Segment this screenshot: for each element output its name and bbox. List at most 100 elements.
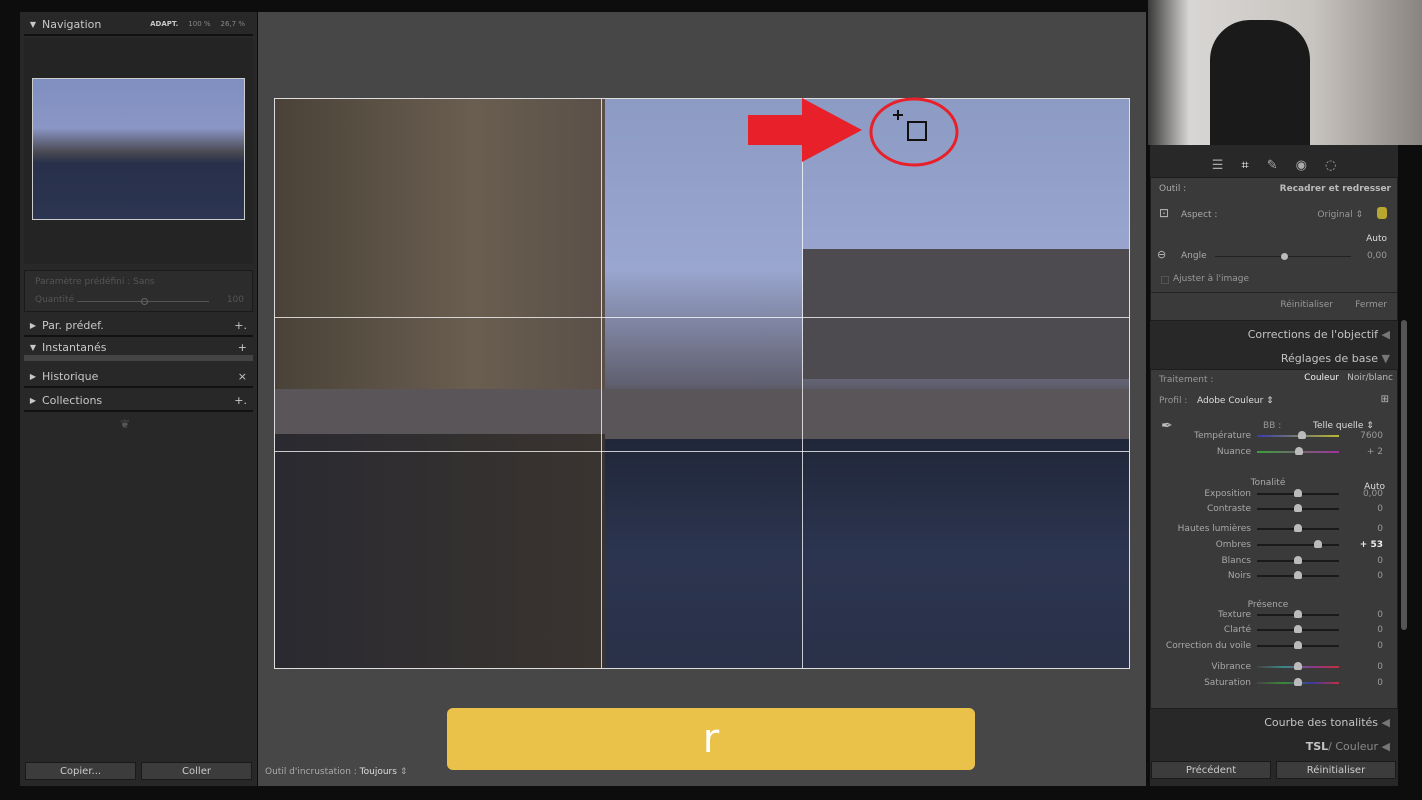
zoom-100[interactable]: 100 %	[188, 20, 210, 28]
panel-collections[interactable]: ▶ Collections +.	[24, 390, 253, 412]
slider-label: Blancs	[1221, 556, 1251, 566]
slider-value: 0	[1377, 556, 1383, 566]
slider-track[interactable]	[1257, 524, 1339, 532]
copy-button[interactable]: Copier...	[25, 762, 136, 780]
panel-history[interactable]: ▶ Historique ×	[24, 366, 253, 388]
panel-hsl[interactable]: TSL / Couleur ◀	[1150, 735, 1398, 757]
panel-presets[interactable]: ▶ Par. prédef. +.	[24, 315, 253, 337]
crop-cursor-icon	[893, 110, 927, 141]
fit-checkbox[interactable]	[1161, 276, 1169, 284]
slider-track[interactable]	[1257, 540, 1339, 548]
slider-label: Nuance	[1216, 447, 1251, 457]
slider-value: 0	[1377, 504, 1383, 514]
slider-label: Température	[1193, 431, 1251, 441]
panel-basic[interactable]: Réglages de base ▼	[1150, 347, 1398, 369]
panel-lens-corrections[interactable]: Corrections de l'objectif ◀	[1150, 323, 1398, 345]
slider-knob[interactable]	[1294, 504, 1302, 512]
slider-track[interactable]	[1257, 662, 1339, 670]
straighten-icon[interactable]: ⊖	[1157, 248, 1166, 261]
slider-row: Noirs 0	[1151, 569, 1397, 583]
slider-value: 0,00	[1362, 489, 1383, 499]
treatment-bw[interactable]: Noir/blanc	[1347, 373, 1393, 383]
grid-line	[601, 99, 602, 668]
slider-label: Vibrance	[1211, 662, 1251, 672]
add-snapshot-icon[interactable]: +	[238, 341, 247, 354]
slider-knob[interactable]	[1294, 641, 1302, 649]
slider-label: Exposition	[1204, 489, 1251, 499]
add-collection-icon[interactable]: +.	[234, 394, 247, 407]
slider-value: 0	[1377, 641, 1383, 651]
slider-label: Contraste	[1207, 504, 1251, 514]
right-scrollbar[interactable]	[1401, 320, 1407, 630]
clear-history-icon[interactable]: ×	[238, 370, 247, 383]
slider-value: + 53	[1359, 540, 1383, 550]
panel-tone-curve[interactable]: Courbe des tonalités ◀	[1150, 711, 1398, 733]
slider-row: Blancs 0	[1151, 554, 1397, 568]
slider-track[interactable]	[1257, 556, 1339, 564]
left-panel: ▼ Navigation ADAPT. 100 % 26,7 % Paramèt…	[20, 12, 257, 786]
slider-value: + 2	[1366, 447, 1383, 457]
heal-icon[interactable]: ✎	[1267, 158, 1278, 173]
slider-knob[interactable]	[1294, 447, 1303, 455]
slider-row: Hautes lumières 0	[1151, 522, 1397, 536]
panel-snapshots[interactable]: ▼ Instantanés +	[24, 339, 253, 361]
slider-track[interactable]	[1257, 610, 1339, 618]
aspect-select[interactable]: Original ⇕	[1317, 210, 1363, 220]
slider-value: 0	[1377, 678, 1383, 688]
slider-knob[interactable]	[1294, 489, 1302, 497]
slider-knob[interactable]	[1294, 524, 1302, 532]
crop-photo[interactable]	[274, 98, 1130, 669]
overlay-tool[interactable]: Outil d'incrustation : Toujours ⇕	[265, 767, 407, 777]
basic-panel: Traitement : Couleur Noir/blanc Profil :…	[1150, 369, 1398, 709]
slider-knob[interactable]	[1294, 610, 1302, 618]
crop-aspect-icon[interactable]: ⊡	[1159, 206, 1169, 220]
slider-knob[interactable]	[1298, 431, 1307, 439]
webcam-overlay	[1148, 0, 1422, 145]
crop-tool-icon[interactable]: ⌗	[1241, 158, 1248, 173]
previous-button[interactable]: Précédent	[1151, 761, 1271, 779]
slider-knob[interactable]	[1294, 625, 1302, 633]
auto-angle-button[interactable]: Auto	[1366, 234, 1387, 244]
slider-track[interactable]	[1257, 571, 1339, 579]
slider-value: 0	[1377, 662, 1383, 672]
zoom-custom[interactable]: 26,7 %	[221, 20, 245, 28]
profile-browser-icon[interactable]: ⊞	[1381, 394, 1389, 405]
reset-crop-button[interactable]: Réinitialiser	[1280, 300, 1333, 310]
navigator-thumbnail	[32, 78, 245, 220]
redeye-icon[interactable]: ◉	[1296, 158, 1307, 173]
slider-row: Vibrance 0	[1151, 660, 1397, 674]
slider-row: Correction du voile 0	[1151, 639, 1397, 653]
slider-track[interactable]	[1257, 641, 1339, 649]
slider-track[interactable]	[1257, 431, 1339, 439]
slider-row: Saturation 0	[1151, 676, 1397, 690]
reset-button[interactable]: Réinitialiser	[1276, 761, 1396, 779]
grid-line	[275, 317, 1129, 318]
close-crop-button[interactable]: Fermer	[1355, 300, 1387, 310]
lock-icon[interactable]	[1377, 207, 1387, 219]
slider-knob[interactable]	[1294, 678, 1302, 686]
treatment-color[interactable]: Couleur	[1304, 373, 1339, 383]
slider-knob[interactable]	[1294, 571, 1302, 579]
sliders-icon[interactable]: ☰	[1212, 158, 1224, 173]
slider-label: Ombres	[1215, 540, 1251, 550]
amount-slider[interactable]	[77, 298, 209, 305]
navigation-header[interactable]: ▼ Navigation ADAPT. 100 % 26,7 %	[24, 14, 253, 36]
profile-select[interactable]: Adobe Couleur ⇕	[1197, 396, 1274, 406]
slider-knob[interactable]	[1294, 662, 1302, 670]
navigator-preview[interactable]	[24, 38, 253, 264]
grid-line	[802, 99, 803, 668]
slider-track[interactable]	[1257, 447, 1339, 455]
key-overlay: r	[447, 708, 975, 770]
slider-track[interactable]	[1257, 489, 1339, 497]
slider-track[interactable]	[1257, 678, 1339, 686]
zoom-fit[interactable]: ADAPT.	[150, 20, 178, 28]
add-preset-icon[interactable]: +.	[234, 319, 247, 332]
mask-icon[interactable]: ◌	[1325, 158, 1336, 173]
slider-track[interactable]	[1257, 625, 1339, 633]
crop-panel: Outil : Recadrer et redresser ⊡ Aspect :…	[1150, 177, 1398, 321]
slider-knob[interactable]	[1313, 540, 1322, 548]
slider-track[interactable]	[1257, 504, 1339, 512]
angle-slider[interactable]	[1215, 253, 1351, 260]
slider-knob[interactable]	[1294, 556, 1302, 564]
paste-button[interactable]: Coller	[141, 762, 252, 780]
